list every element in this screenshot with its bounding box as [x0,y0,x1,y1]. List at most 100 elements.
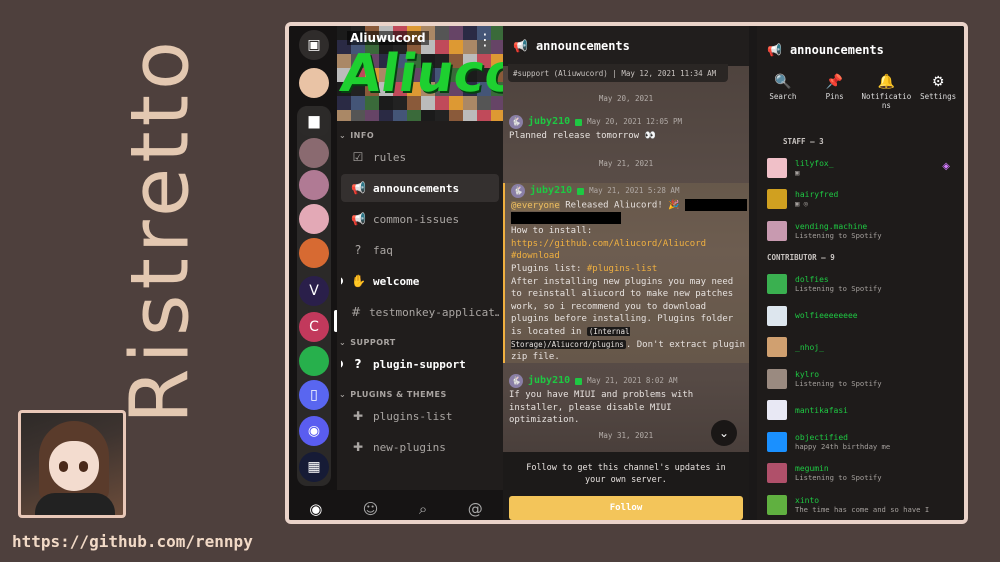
server-icon-discord[interactable]: ◉ [299,416,329,446]
channel-announcements[interactable]: 📢 announcements [341,174,499,202]
channel-common-issues[interactable]: 📢 common-issues [341,205,499,233]
member-avatar[interactable] [767,337,787,358]
chevron-down-icon: ⌄ [339,130,347,140]
member-name: objectified [795,432,848,442]
discord-icon[interactable]: ◉ [309,500,322,518]
reply-bar[interactable]: #support (Aliuwucord) | May 12, 2021 11:… [508,64,728,82]
channel-rules[interactable]: ☑ rules [341,143,499,171]
member-row[interactable]: dolfies Listening to Spotify [757,269,964,301]
member-avatar[interactable] [767,431,787,452]
search-icon: 🔍 [774,74,792,90]
category-header[interactable]: ⌄ PLUGINS & THEMES [337,386,503,402]
megaphone-icon: 📢 [513,39,528,53]
server-icon-vite[interactable]: V [299,276,329,306]
chevron-down-icon: ⌄ [339,337,347,347]
member-row[interactable]: mantikafasi [757,395,964,427]
server-icon-frog[interactable] [299,346,329,376]
channel-new-plugins[interactable]: ✚ new-plugins [341,433,499,461]
member-avatar[interactable] [767,157,787,178]
channel-icon: ✋ [351,274,366,288]
category-header[interactable]: ⌄ SUPPORT [337,334,503,350]
everyone-mention[interactable]: @everyone [511,200,560,211]
server-icon-pink[interactable] [299,170,329,200]
channel-tools: 🔍 Search 📌 Pins 🔔 Notificatio ns ⚙ Settings [757,74,964,122]
channel-plugin-support[interactable]: ? plugin-support [341,350,499,378]
member-row[interactable]: wolfieeeeeeee [757,300,964,332]
member-avatar[interactable] [767,189,787,210]
server-icon-aliucord[interactable]: C [299,312,329,342]
member-avatar[interactable] [767,400,787,421]
member-avatar[interactable] [767,463,787,484]
server-icon-phone[interactable]: ▯ [299,380,329,410]
message[interactable]: 🐇 juby210 May 21, 2021 5:28 AM @everyone… [503,183,749,363]
message-author[interactable]: juby210 [530,185,572,198]
role-header: STAFF — 3 [783,136,824,146]
server-icon-pink2[interactable] [299,204,329,234]
follow-text: Follow to get this channel's updates in … [526,463,726,485]
member-row[interactable]: xinto The time has come and so have I [757,489,964,520]
member-row[interactable]: _nhoj_ [757,332,964,364]
server-icon-folder[interactable]: ▆ [299,106,329,136]
member-row[interactable]: objectified happy 24th birthday me [757,426,964,458]
channel-faq[interactable]: ? faq [341,236,499,264]
member-name: megumin [795,464,829,474]
scroll-down-button[interactable]: ⌄ [711,420,737,446]
member-name: wolfieeeeeeee [795,311,858,321]
avatar[interactable]: 🐇 [511,184,525,198]
member-row[interactable]: megumin Listening to Spotify [757,458,964,490]
member-row[interactable]: hairyfred ▣ ◎ [757,184,964,216]
member-avatar[interactable] [767,494,787,515]
member-name: kylro [795,369,820,379]
message-link[interactable]: https://github.com/Aliucord/Aliucord [511,238,749,251]
channel-name: testmonkey-applicat… [369,305,499,319]
server-icon-cards[interactable]: ▦ [299,452,329,482]
server-icon-anime[interactable] [299,68,329,98]
tool-label: Search [769,92,797,101]
follow-button[interactable]: Follow [509,496,743,520]
server-icon-chibi[interactable] [299,138,329,168]
mentions-icon[interactable]: @ [468,500,483,518]
member-avatar[interactable] [767,305,787,326]
channel-list: Aliucord Aliuwucord ⋮ ⌄ INFO ☑ rules 📢 announ… [337,26,503,490]
message-link[interactable]: #download [511,250,749,263]
tool-search[interactable]: 🔍 Search [759,74,807,122]
member-avatar[interactable] [767,368,787,389]
avatar[interactable]: 🐇 [509,374,523,388]
friends-icon[interactable]: ☺ [363,500,379,518]
channel-welcome[interactable]: ✋ welcome [341,267,499,295]
banner-logo: Aliucord [337,44,503,104]
channel-testmonkey-applicat-[interactable]: # testmonkey-applicat… [341,298,499,326]
message[interactable]: 🐇 juby210 May 21, 2021 8:02 AM If you ha… [509,373,743,427]
member-row[interactable]: vending.machine Listening to Spotify [757,215,964,247]
message-text: Plugins list: [511,263,587,274]
github-url: https://github.com/rennpy [12,532,253,551]
server-icon-dms[interactable]: ▣ [299,30,329,60]
tool-settings[interactable]: ⚙ Settings [914,74,962,122]
search-icon[interactable]: ⌕ [419,500,427,518]
member-avatar[interactable] [767,274,787,295]
member-avatar[interactable] [767,220,787,241]
member-info: megumin Listening to Spotify [795,464,882,482]
tool-notifications[interactable]: 🔔 Notificatio ns [862,74,912,122]
member-status: Listening to Spotify [795,378,882,388]
chat-pane: 📢 announcements #support (Aliuwucord) | … [503,26,749,520]
channel-link[interactable]: #plugins-list [587,264,657,274]
channel-plugins-list[interactable]: ✚ plugins-list [341,402,499,430]
server-icon-bird[interactable] [299,238,329,268]
message[interactable]: 🐇 juby210 May 20, 2021 12:05 PM Planned … [509,114,743,143]
banner-tile [491,110,503,121]
member-row[interactable]: lilyfox_ ▣ ◈ [757,152,964,184]
member-info: wolfieeeeeeee [795,311,858,320]
gear-icon: ⚙ [931,74,945,90]
message-author[interactable]: juby210 [528,116,570,129]
message-author[interactable]: juby210 [528,375,570,388]
message-text: If you have MIUI and problems with insta… [509,390,694,426]
server-name[interactable]: Aliuwucord [347,31,429,45]
avatar[interactable]: 🐇 [509,115,523,129]
category-header[interactable]: ⌄ INFO [337,127,503,143]
tool-pins[interactable]: 📌 Pins [811,74,859,122]
banner-tile [393,110,407,121]
members-header: 📢 announcements [757,26,964,74]
member-row[interactable]: kylro Listening to Spotify [757,363,964,395]
server-menu-icon[interactable]: ⋮ [477,30,493,49]
